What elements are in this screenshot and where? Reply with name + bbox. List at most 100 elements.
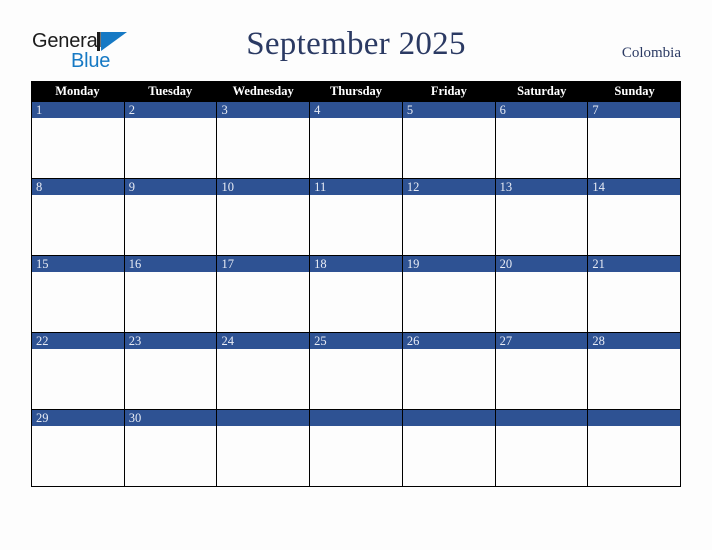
day-number: 8 (32, 179, 124, 195)
page-title: September 2025 (246, 26, 466, 62)
day-number: 4 (310, 102, 402, 118)
day-number: 23 (124, 333, 217, 349)
day-events-area[interactable] (124, 272, 217, 332)
day-events-area[interactable] (32, 272, 124, 332)
day-events-area[interactable] (402, 118, 495, 178)
day-events-area[interactable] (32, 349, 124, 409)
day-number: 26 (402, 333, 495, 349)
day-number: 18 (310, 256, 402, 272)
day-events-area[interactable] (124, 349, 217, 409)
day-events-area[interactable] (217, 349, 310, 409)
day-events-area[interactable] (310, 195, 402, 255)
day-number: 19 (402, 256, 495, 272)
week-row: 29 30 (31, 410, 682, 487)
day-number: 15 (32, 256, 124, 272)
day-cell[interactable]: 28 (588, 333, 682, 409)
day-cell[interactable]: 2 (124, 102, 218, 178)
day-number: 12 (402, 179, 495, 195)
day-cell[interactable]: 8 (32, 179, 125, 255)
day-events-area[interactable] (588, 118, 681, 178)
day-events-area[interactable] (402, 349, 495, 409)
country-label: Colombia (621, 45, 681, 61)
day-events-area[interactable] (124, 195, 217, 255)
day-cell[interactable]: 3 (217, 102, 311, 178)
day-events-area[interactable] (217, 118, 310, 178)
day-number: 10 (217, 179, 310, 195)
day-events-area[interactable] (588, 272, 681, 332)
day-cell[interactable]: 15 (32, 256, 125, 332)
day-number (495, 410, 588, 426)
day-of-week-tuesday: Tuesday (148, 84, 193, 98)
day-cell[interactable]: 21 (588, 256, 682, 332)
day-cell-empty (310, 410, 403, 486)
day-number: 22 (32, 333, 124, 349)
day-events-area[interactable] (217, 272, 310, 332)
day-cell[interactable]: 25 (310, 333, 403, 409)
day-cell[interactable]: 13 (495, 179, 589, 255)
day-of-week-friday: Friday (430, 84, 467, 98)
day-cell[interactable]: 22 (32, 333, 125, 409)
day-cell[interactable]: 7 (588, 102, 682, 178)
day-cell[interactable]: 29 (32, 410, 125, 486)
day-cell[interactable]: 1 (32, 102, 125, 178)
day-number: 2 (124, 102, 217, 118)
day-number: 3 (217, 102, 310, 118)
day-number: 28 (588, 333, 681, 349)
day-events-area[interactable] (310, 118, 402, 178)
day-cell[interactable]: 4 (310, 102, 403, 178)
page-header: General Blue September 2025 Colombia (0, 0, 712, 81)
day-cell[interactable]: 9 (124, 179, 218, 255)
day-cell[interactable]: 20 (495, 256, 589, 332)
day-cell[interactable]: 23 (124, 333, 218, 409)
day-of-week-thursday: Thursday (329, 84, 383, 98)
day-number: 30 (124, 410, 217, 426)
day-cell[interactable]: 12 (402, 179, 496, 255)
day-cell[interactable]: 27 (495, 333, 589, 409)
day-number: 5 (402, 102, 495, 118)
day-events-area[interactable] (402, 272, 495, 332)
day-events-area[interactable] (402, 195, 495, 255)
day-of-week-monday: Monday (55, 84, 100, 98)
day-number: 16 (124, 256, 217, 272)
day-events-area[interactable] (495, 272, 588, 332)
day-cell[interactable]: 16 (124, 256, 218, 332)
day-number: 13 (495, 179, 588, 195)
day-events-area[interactable] (310, 272, 402, 332)
day-cell[interactable]: 6 (495, 102, 589, 178)
day-cell[interactable]: 17 (217, 256, 311, 332)
day-cell[interactable]: 18 (310, 256, 403, 332)
day-number: 11 (310, 179, 402, 195)
day-cell-empty (402, 410, 496, 486)
day-number (402, 410, 495, 426)
day-events-area[interactable] (124, 118, 217, 178)
day-number: 25 (310, 333, 402, 349)
day-number: 9 (124, 179, 217, 195)
day-cell[interactable]: 19 (402, 256, 496, 332)
day-events-area[interactable] (32, 426, 124, 486)
day-events-area[interactable] (217, 195, 310, 255)
day-events-area[interactable] (32, 195, 124, 255)
day-events-area[interactable] (32, 118, 124, 178)
day-cell[interactable]: 10 (217, 179, 311, 255)
day-number: 21 (588, 256, 681, 272)
day-events-area[interactable] (495, 118, 588, 178)
day-cell[interactable]: 26 (402, 333, 496, 409)
day-events-area[interactable] (495, 349, 588, 409)
day-cell[interactable]: 14 (588, 179, 682, 255)
day-events-area[interactable] (310, 349, 402, 409)
day-events-area[interactable] (588, 349, 681, 409)
day-number: 24 (217, 333, 310, 349)
day-events-area (402, 426, 495, 486)
day-number: 7 (588, 102, 681, 118)
day-cell[interactable]: 24 (217, 333, 311, 409)
day-events-area[interactable] (495, 195, 588, 255)
day-events-area (217, 426, 310, 486)
day-number: 29 (32, 410, 124, 426)
day-cell[interactable]: 11 (310, 179, 403, 255)
day-cell[interactable]: 30 (124, 410, 218, 486)
day-events-area[interactable] (124, 426, 217, 486)
day-cell[interactable]: 5 (402, 102, 496, 178)
day-number: 27 (495, 333, 588, 349)
day-events-area[interactable] (588, 195, 681, 255)
day-of-week-header-row: Monday Tuesday Wednesday Thursday Friday… (31, 81, 681, 102)
